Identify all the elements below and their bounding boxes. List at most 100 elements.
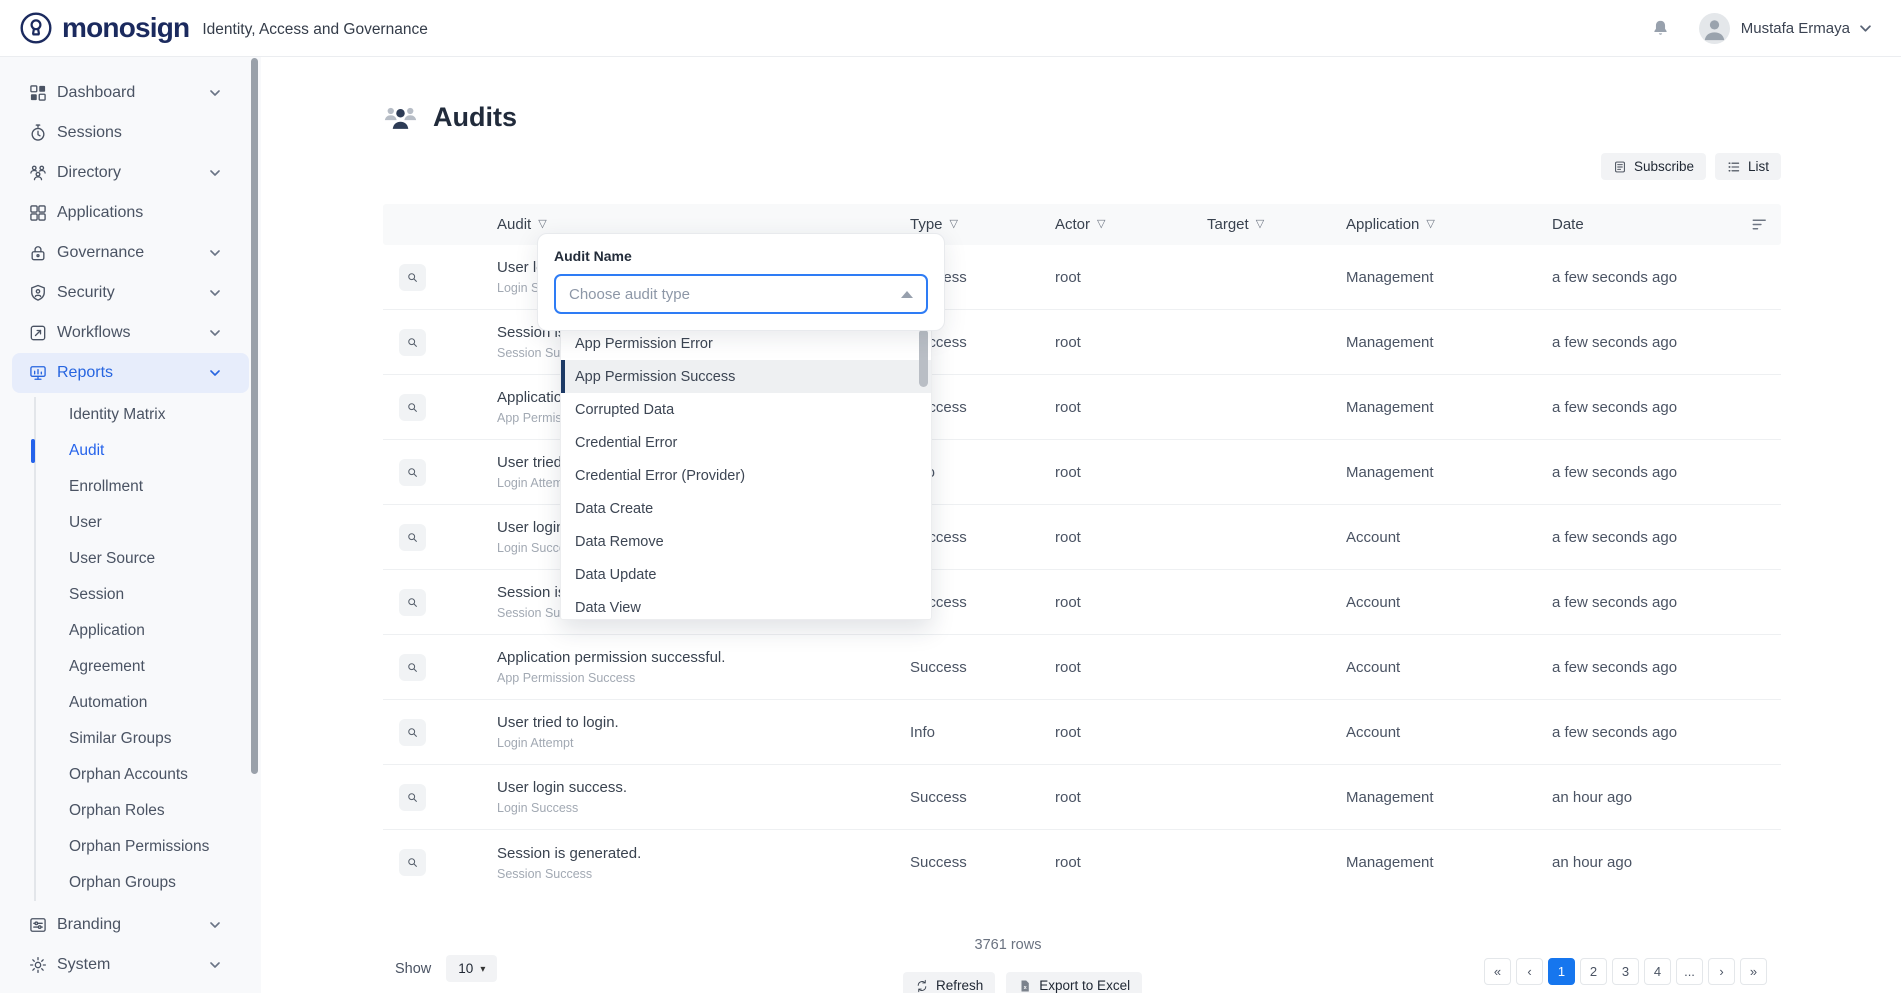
- magnifier-icon: [406, 596, 419, 609]
- filter-funnel-icon[interactable]: ▽: [538, 219, 546, 230]
- sidebar-subitem-label: Session: [69, 586, 124, 604]
- user-name[interactable]: Mustafa Ermaya: [1741, 20, 1850, 37]
- sidebar-item[interactable]: Dashboard: [12, 73, 249, 113]
- sidebar-subitem-label: Similar Groups: [69, 730, 172, 748]
- column-label: Actor: [1055, 216, 1090, 233]
- applications-icon: [28, 203, 48, 223]
- user-menu-chevron-down-icon[interactable]: [1860, 25, 1871, 32]
- sidebar-item[interactable]: Security: [12, 273, 249, 313]
- notifications-bell-icon[interactable]: [1650, 18, 1671, 39]
- row-detail-button[interactable]: [399, 719, 426, 746]
- sidebar-subitem[interactable]: Application: [0, 613, 261, 649]
- sidebar-item[interactable]: Governance: [12, 233, 249, 273]
- sidebar-subitem[interactable]: Orphan Permissions: [0, 829, 261, 865]
- pagination-button[interactable]: 2: [1580, 958, 1607, 985]
- chevron-down-icon: [210, 250, 220, 256]
- audit-type-option[interactable]: Data Update: [561, 558, 931, 591]
- date-cell: a few seconds ago: [1552, 529, 1781, 546]
- filter-funnel-icon[interactable]: ▽: [1426, 219, 1434, 230]
- application-cell: Management: [1346, 399, 1552, 416]
- pagination-button[interactable]: «: [1484, 958, 1511, 985]
- pagination-label: ...: [1684, 964, 1695, 979]
- filter-funnel-icon[interactable]: ▽: [1256, 219, 1264, 230]
- sidebar-item[interactable]: Applications: [12, 193, 249, 233]
- sidebar-subitem[interactable]: Agreement: [0, 649, 261, 685]
- page-size-dropdown[interactable]: 10 ▾: [446, 955, 497, 982]
- toolbar: Subscribe List: [383, 153, 1781, 180]
- sidebar-subitem-label: Enrollment: [69, 478, 143, 496]
- listbox-scrollbar-thumb[interactable]: [919, 329, 928, 387]
- pagination-button[interactable]: 4: [1644, 958, 1671, 985]
- date-cell: an hour ago: [1552, 854, 1781, 871]
- row-detail-button[interactable]: [399, 394, 426, 421]
- export-label: Export to Excel: [1039, 978, 1130, 993]
- audit-type-select[interactable]: Choose audit type: [554, 274, 928, 314]
- audit-subtitle: Login Attempt: [497, 736, 910, 750]
- audit-type-option[interactable]: App Permission Success: [561, 360, 931, 393]
- refresh-button[interactable]: Refresh: [903, 972, 995, 993]
- filter-funnel-icon[interactable]: ▽: [1097, 219, 1105, 230]
- audit-type-option[interactable]: Data View: [561, 591, 931, 620]
- sidebar-subitem[interactable]: Identity Matrix: [0, 397, 261, 433]
- sidebar-subitem[interactable]: Audit: [0, 433, 261, 469]
- audit-type-option[interactable]: Credential Error (Provider): [561, 459, 931, 492]
- audit-type-option[interactable]: App Permission Error: [561, 327, 931, 360]
- audit-type-option[interactable]: Data Remove: [561, 525, 931, 558]
- sidebar-subitem[interactable]: Orphan Roles: [0, 793, 261, 829]
- row-detail-button[interactable]: [399, 589, 426, 616]
- sidebar-item[interactable]: System: [12, 945, 249, 985]
- sidebar-subitem[interactable]: Orphan Accounts: [0, 757, 261, 793]
- row-detail-button[interactable]: [399, 329, 426, 356]
- date-cell: a few seconds ago: [1552, 724, 1781, 741]
- pagination-button[interactable]: ›: [1708, 958, 1735, 985]
- pagination-button[interactable]: »: [1740, 958, 1767, 985]
- user-avatar[interactable]: [1699, 13, 1730, 44]
- option-label: App Permission Success: [575, 369, 735, 385]
- pagination-button[interactable]: 3: [1612, 958, 1639, 985]
- sidebar-subitem[interactable]: User Source: [0, 541, 261, 577]
- magnifier-icon: [406, 726, 419, 739]
- sidebar-scrollbar-thumb[interactable]: [251, 58, 258, 774]
- sidebar-subitem[interactable]: User: [0, 505, 261, 541]
- export-to-excel-button[interactable]: x Export to Excel: [1006, 972, 1142, 993]
- sidebar-subitem[interactable]: Orphan Groups: [0, 865, 261, 901]
- row-zoom-cell: [383, 589, 497, 616]
- filter-funnel-icon[interactable]: ▽: [950, 219, 958, 230]
- sidebar-subitem[interactable]: Enrollment: [0, 469, 261, 505]
- sidebar-item[interactable]: Reports: [12, 353, 249, 393]
- row-detail-button[interactable]: [399, 849, 426, 876]
- sidebar-item-label: Dashboard: [57, 84, 210, 102]
- sidebar-item[interactable]: Sessions: [12, 113, 249, 153]
- subscribe-button[interactable]: Subscribe: [1601, 153, 1706, 180]
- date-cell: a few seconds ago: [1552, 269, 1781, 286]
- sidebar-item[interactable]: Workflows: [12, 313, 249, 353]
- application-cell: Management: [1346, 464, 1552, 481]
- sidebar-subitem[interactable]: Similar Groups: [0, 721, 261, 757]
- list-button[interactable]: List: [1715, 153, 1781, 180]
- row-detail-button[interactable]: [399, 459, 426, 486]
- audit-type-option[interactable]: Corrupted Data: [561, 393, 931, 426]
- sidebar-subitem[interactable]: Session: [0, 577, 261, 613]
- sidebar-subitem-label: Application: [69, 622, 145, 640]
- sidebar-subitem-label: Identity Matrix: [69, 406, 165, 424]
- sidebar-item[interactable]: Branding: [12, 905, 249, 945]
- sidebar: Dashboard Sessions Directory Application…: [0, 57, 261, 993]
- application-cell: Account: [1346, 594, 1552, 611]
- sidebar-subitem[interactable]: Automation: [0, 685, 261, 721]
- audit-type-option[interactable]: Data Create: [561, 492, 931, 525]
- pagination-button[interactable]: 1: [1548, 958, 1575, 985]
- row-zoom-cell: [383, 264, 497, 291]
- application-cell: Management: [1346, 789, 1552, 806]
- magnifier-icon: [406, 791, 419, 804]
- date-cell: a few seconds ago: [1552, 594, 1781, 611]
- table-row: User tried to login. Login Attempt Info …: [383, 700, 1781, 765]
- table-sort-icon[interactable]: [1752, 218, 1769, 231]
- row-detail-button[interactable]: [399, 264, 426, 291]
- sidebar-item[interactable]: Directory: [12, 153, 249, 193]
- row-detail-button[interactable]: [399, 654, 426, 681]
- row-detail-button[interactable]: [399, 784, 426, 811]
- audit-type-option[interactable]: Credential Error: [561, 426, 931, 459]
- pagination-button[interactable]: ...: [1676, 958, 1703, 985]
- pagination-button[interactable]: ‹: [1516, 958, 1543, 985]
- row-detail-button[interactable]: [399, 524, 426, 551]
